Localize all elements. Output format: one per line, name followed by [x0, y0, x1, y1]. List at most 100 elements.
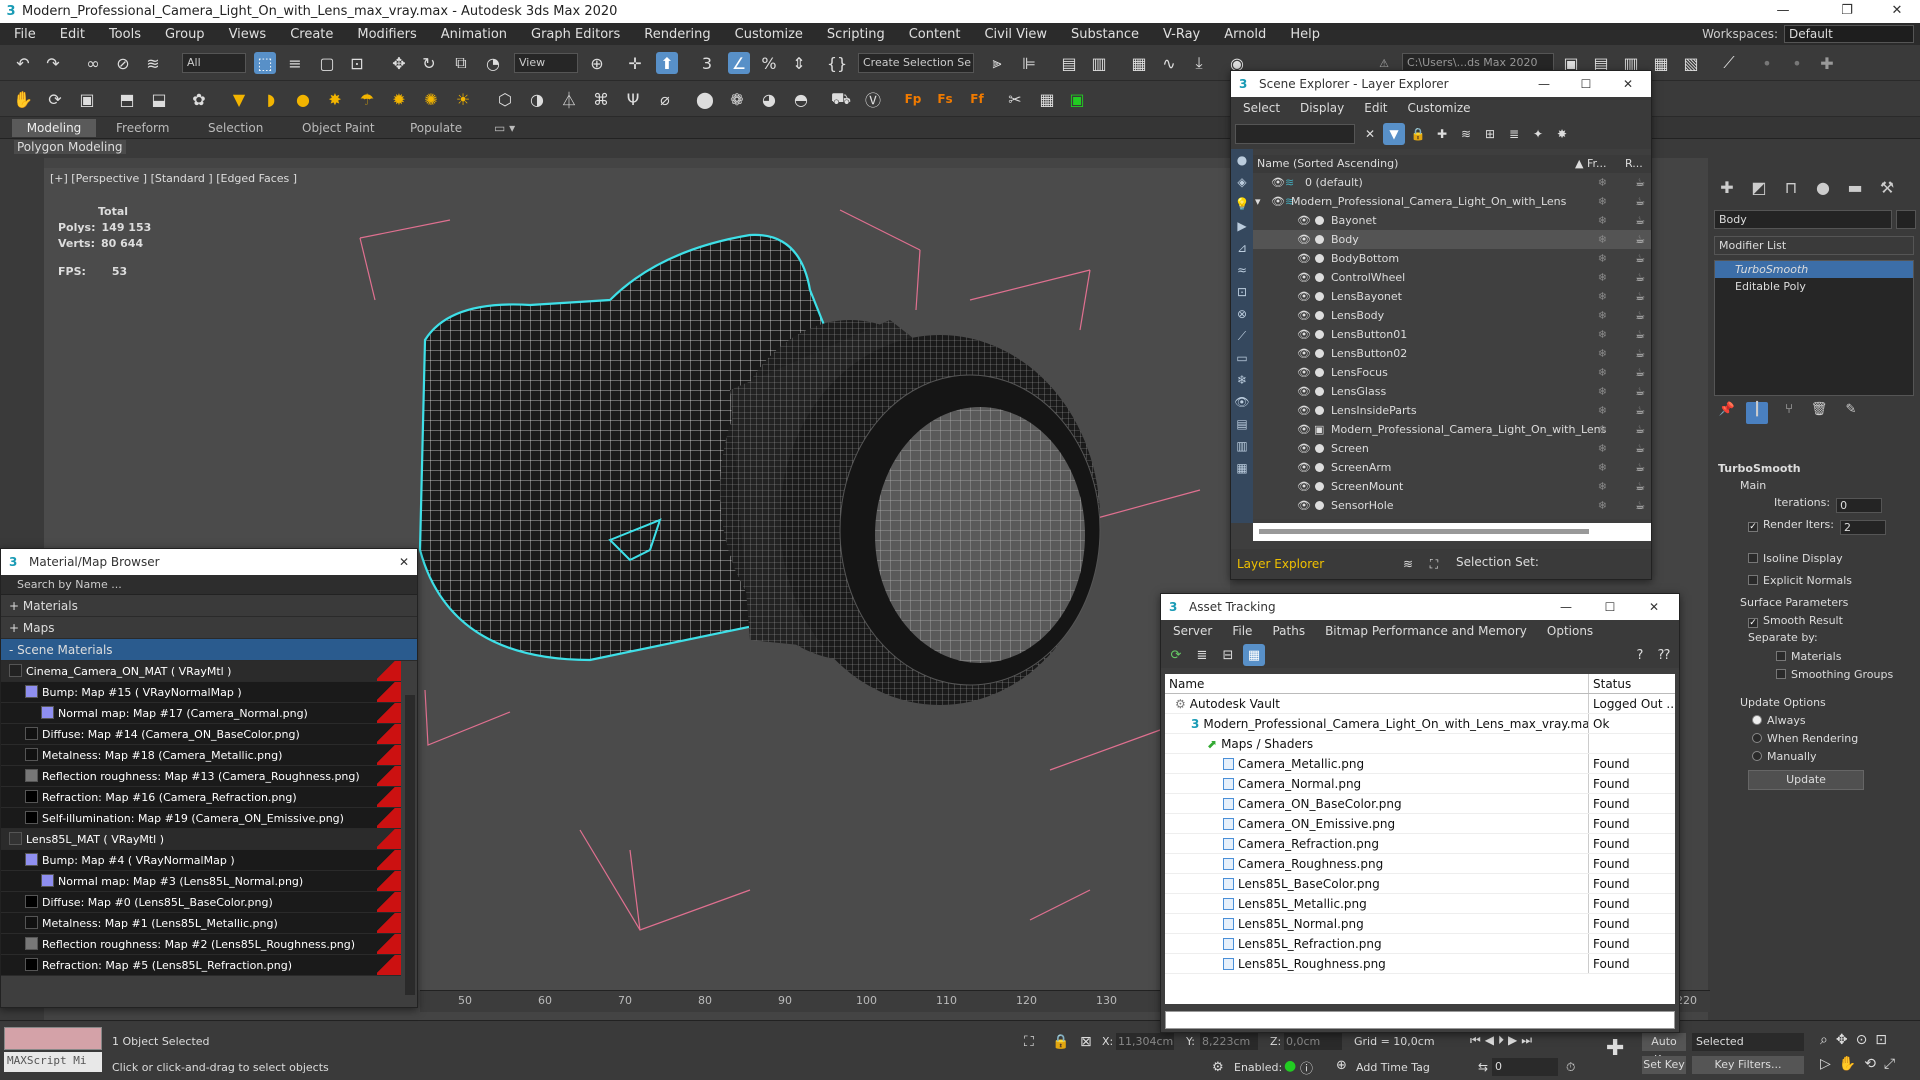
at-menu-options[interactable]: Options [1535, 624, 1601, 638]
menu-customize[interactable]: Customize [721, 27, 813, 42]
pivot-center-icon[interactable]: ⊕ [586, 52, 608, 74]
renderable-icon[interactable]: ☕ [1635, 439, 1645, 458]
add-time-tag-label[interactable]: Add Time Tag [1356, 1061, 1430, 1074]
list-view-icon[interactable]: ≣ [1191, 644, 1213, 666]
scene-search-input[interactable] [1235, 124, 1355, 144]
layer-icon[interactable]: ⬓ [148, 88, 170, 110]
renderable-icon[interactable]: ☕ [1635, 496, 1645, 515]
asset-row[interactable]: Camera_Metallic.png Found [1165, 754, 1675, 774]
align-icon[interactable]: ⊫ [1018, 52, 1040, 74]
layer-stack-icon[interactable]: ≋ [1397, 553, 1419, 575]
scene-tree-row[interactable]: 👁 LensGlass ❄ ☕ [1253, 382, 1651, 401]
selection-filter-dropdown[interactable]: All [182, 53, 246, 73]
close-icon[interactable]: ✕ [1605, 71, 1651, 97]
material-tree-row[interactable]: Reflection roughness: Map #2 (Lens85L_Ro… [1, 934, 401, 955]
eye-icon[interactable]: 👁 [1297, 382, 1311, 401]
minimize-icon[interactable]: — [1543, 594, 1589, 620]
hierarchy-tab-icon[interactable]: ⊓ [1780, 178, 1802, 200]
menu-graph-editors[interactable]: Graph Editors [517, 27, 630, 42]
undo-icon[interactable]: ↶ [12, 52, 34, 74]
percent-snap-icon[interactable]: % [758, 52, 780, 74]
material-scrollbar[interactable] [405, 695, 415, 995]
close-icon[interactable]: ✕ [381, 549, 417, 575]
scene-tree-row[interactable]: ▾ 👁 ≋ Modern_Professional_Camera_Light_On_w… [1253, 192, 1651, 211]
object-icon[interactable]: ⬒ [116, 88, 138, 110]
renderable-icon[interactable]: ☕ [1635, 249, 1645, 268]
asset-row[interactable]: ⬈ Maps / Shaders [1165, 734, 1675, 754]
vray-light-icon[interactable]: ▼ [228, 88, 250, 110]
workspace-dropdown[interactable]: Default [1784, 25, 1914, 43]
curve-editor-icon[interactable]: ∿ [1158, 52, 1180, 74]
key-mode-icon[interactable]: ⇆ [1478, 1060, 1488, 1074]
menu-edit[interactable]: Edit [46, 27, 95, 42]
renderable-icon[interactable]: ☕ [1635, 344, 1645, 363]
highlight-icon[interactable]: ✦ [1527, 123, 1549, 145]
absolute-mode-icon[interactable]: ⊠ [1080, 1034, 1092, 1050]
eye-icon[interactable]: 👁 [1297, 496, 1311, 515]
freeze-icon[interactable]: ❄ [1598, 363, 1607, 382]
asset-col-name[interactable]: Name [1165, 674, 1589, 693]
rotate-icon[interactable]: ↻ [418, 52, 440, 74]
freeze-icon[interactable]: ❄ [1598, 344, 1607, 363]
se-menu-display[interactable]: Display [1288, 101, 1352, 115]
display-none-icon[interactable]: ▥ [1231, 435, 1253, 457]
snaps-toggle-icon[interactable]: 3 [696, 52, 718, 74]
vray-logo-icon[interactable]: Ⓥ [862, 88, 884, 110]
green-box-icon[interactable]: ▣ [1066, 88, 1088, 110]
renderable-icon[interactable]: ☕ [1635, 268, 1645, 287]
restore-icon[interactable]: ☐ [1563, 71, 1609, 97]
vray-multi-sphere-icon[interactable]: ❁ [726, 88, 748, 110]
freeze-icon[interactable]: ❄ [1598, 230, 1607, 249]
column-renderable[interactable]: R... [1625, 155, 1643, 173]
scene-tree-row[interactable]: 👁 Body ❄ ☕ [1253, 230, 1651, 249]
menu-substance[interactable]: Substance [1057, 27, 1149, 42]
menu-civil-view[interactable]: Civil View [970, 27, 1057, 42]
material-tree-row[interactable]: Cinema_Camera_ON_MAT ( VRayMtl ) [1, 661, 401, 682]
freeze-icon[interactable]: ❄ [1598, 420, 1607, 439]
motion-tab-icon[interactable]: ● [1812, 178, 1834, 200]
mirror-icon[interactable]: ⫸ [986, 52, 1008, 74]
material-tree-row[interactable]: Lens85L_MAT ( VRayMtl ) [1, 829, 401, 850]
asset-path-input[interactable] [1165, 1011, 1675, 1029]
minimize-icon[interactable]: — [1521, 71, 1567, 97]
eye-icon[interactable]: 👁 [1297, 325, 1311, 344]
renderable-icon[interactable]: ☕ [1635, 382, 1645, 401]
vray-material-sphere-icon[interactable]: ⬤ [694, 88, 716, 110]
menu-scripting[interactable]: Scripting [813, 27, 895, 42]
viewport-layout-4-icon[interactable]: ▧ [1680, 52, 1702, 74]
current-frame-field[interactable]: 0 [1492, 1058, 1558, 1076]
bind-space-warp-icon[interactable]: ≋ [142, 52, 164, 74]
brush-icon[interactable]: ⟋ [1718, 52, 1740, 74]
remove-modifier-icon[interactable]: 🗑 [1808, 402, 1830, 424]
eye-icon[interactable]: 👁 [1297, 477, 1311, 496]
tab-selection[interactable]: Selection [198, 119, 273, 137]
stack-turbosmooth[interactable]: TurboSmooth [1715, 261, 1913, 278]
renderable-icon[interactable]: ☕ [1635, 211, 1645, 230]
scene-tree-row[interactable]: 👁 LensButton02 ❄ ☕ [1253, 344, 1651, 363]
material-tree-row[interactable]: Diffuse: Map #0 (Lens85L_BaseColor.png) [1, 892, 401, 913]
menu-tools[interactable]: Tools [95, 27, 151, 42]
eye-icon[interactable]: 👁 [1297, 268, 1311, 287]
select-by-name-icon[interactable]: ≡ [284, 52, 306, 74]
iterations-spinner[interactable]: 0 [1836, 498, 1883, 513]
eye-icon[interactable]: 👁 [1297, 439, 1311, 458]
smooth-result-checkbox[interactable]: ✓ [1748, 618, 1758, 628]
tab-populate[interactable]: Populate [400, 119, 472, 137]
vray-sun-icon[interactable]: ✹ [388, 88, 410, 110]
display-lights-icon[interactable]: 💡 [1231, 193, 1253, 215]
layers-icon[interactable]: ≣ [1503, 123, 1525, 145]
asset-col-status[interactable]: Status [1589, 674, 1675, 693]
spinner-snap-icon[interactable]: ⇕ [788, 52, 810, 74]
stack-editable-poly[interactable]: Editable Poly [1715, 278, 1913, 295]
show-end-result-icon[interactable]: ┃ [1746, 402, 1768, 424]
restore-icon[interactable]: ☐ [1587, 594, 1633, 620]
ff-icon[interactable]: Ff [966, 88, 988, 110]
material-tree-row[interactable]: Diffuse: Map #14 (Camera_ON_BaseColor.pn… [1, 724, 401, 745]
menu-modifiers[interactable]: Modifiers [343, 27, 426, 42]
column-frozen[interactable]: ▲ Fr... [1575, 155, 1607, 173]
vray-grass-icon[interactable]: Ψ [622, 88, 644, 110]
auto-key-button[interactable]: Auto Key [1642, 1033, 1686, 1066]
asset-row[interactable]: Lens85L_Metallic.png Found [1165, 894, 1675, 914]
menu-rendering[interactable]: Rendering [630, 27, 720, 42]
vray-sphere-icon[interactable]: ◑ [526, 88, 548, 110]
